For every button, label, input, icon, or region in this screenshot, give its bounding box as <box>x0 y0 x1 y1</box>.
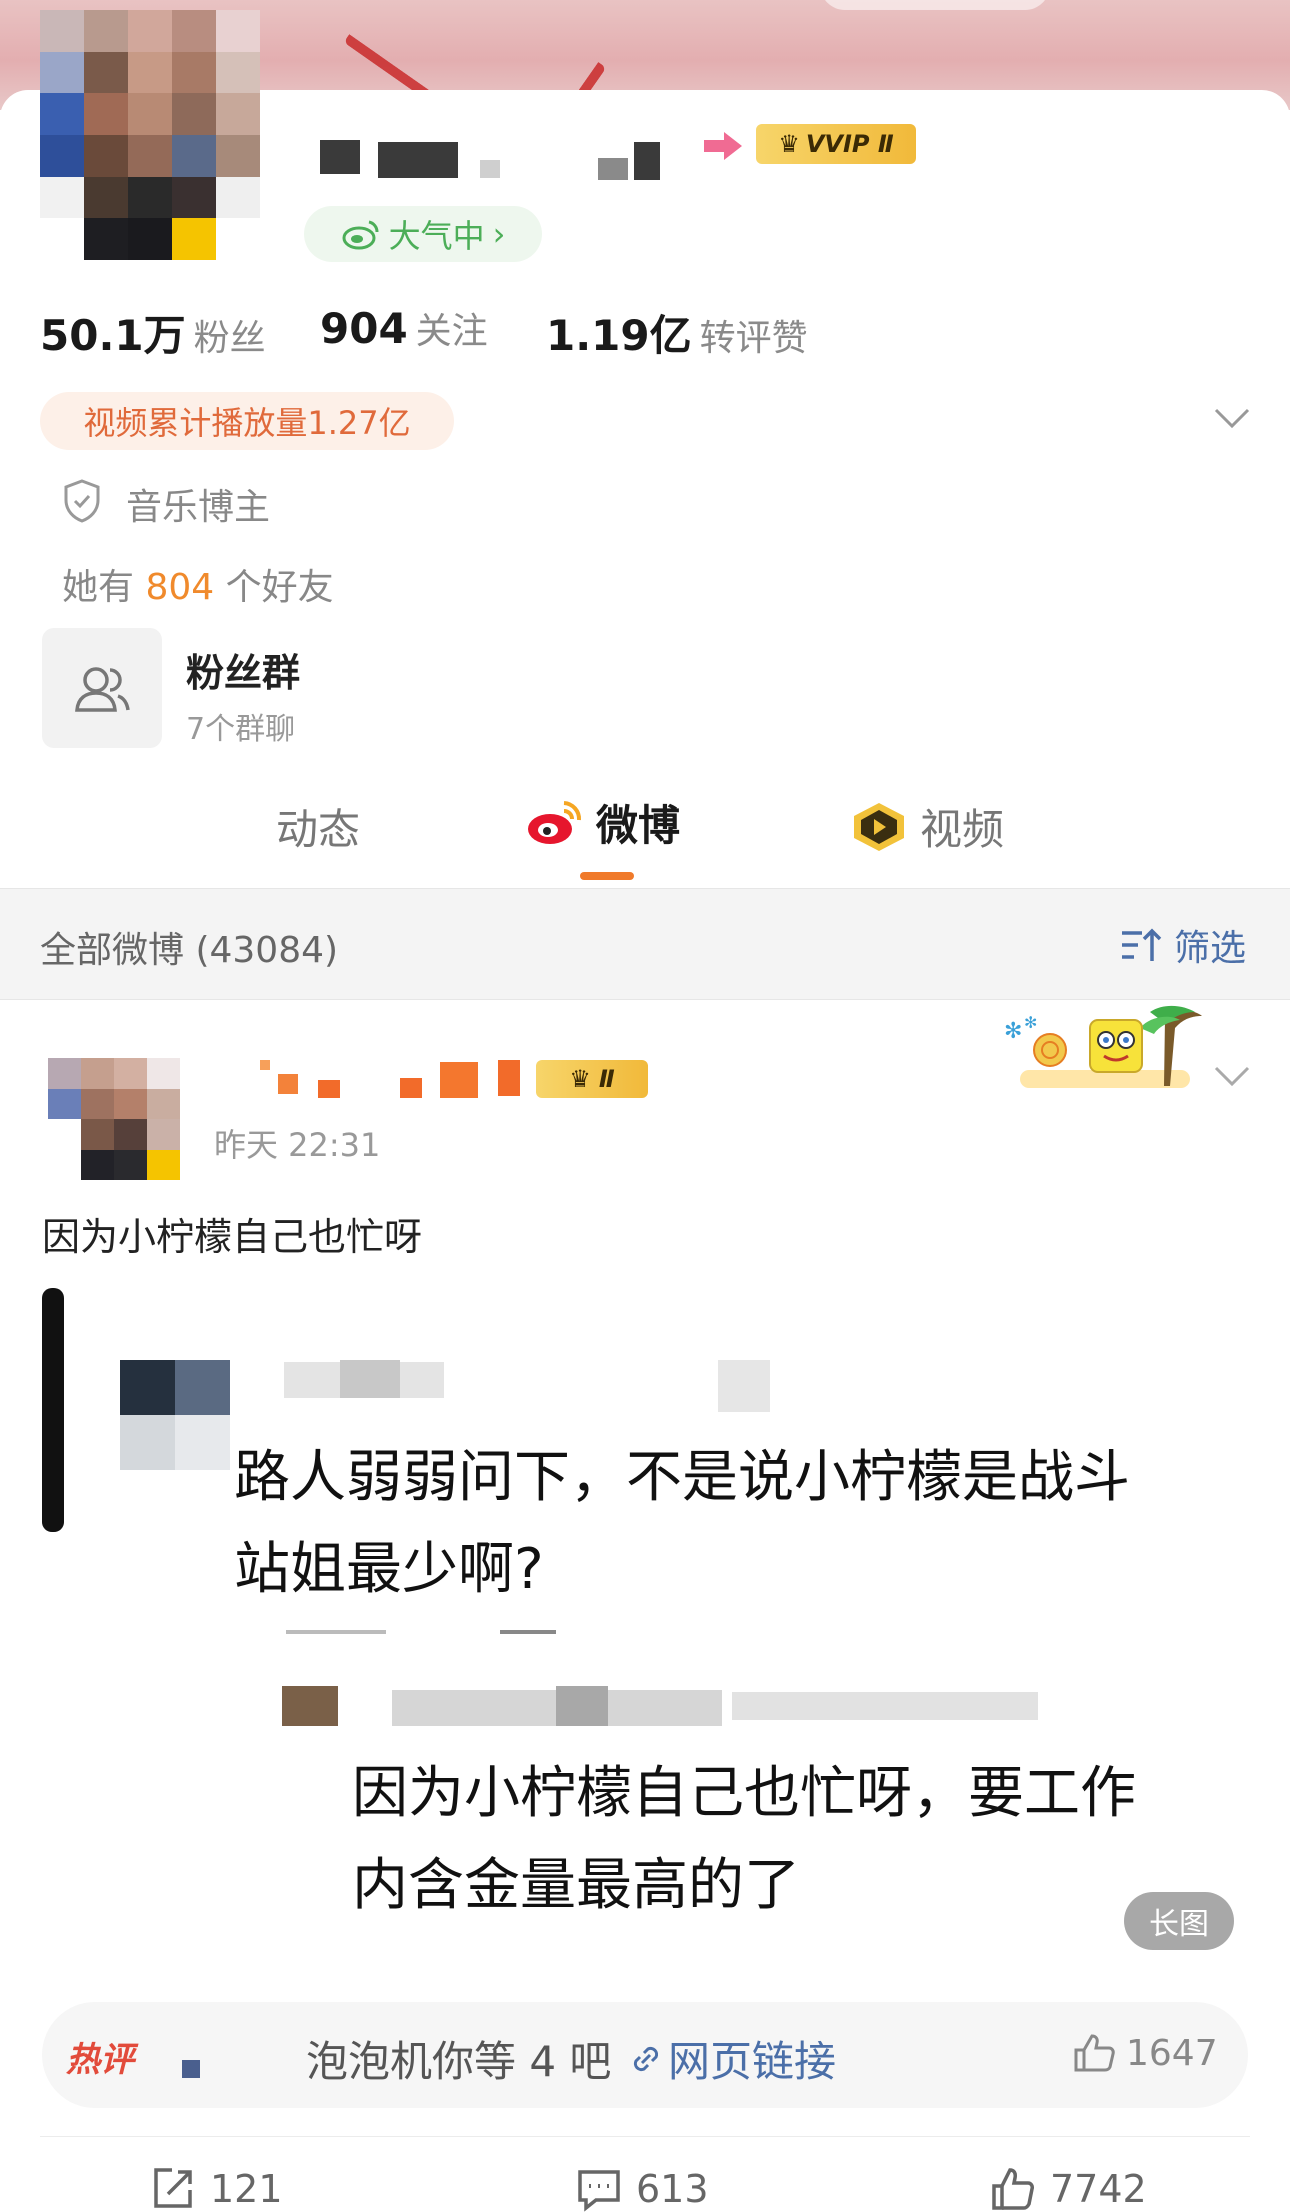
post-username-redacted[interactable] <box>260 1060 270 1070</box>
quoted-username-redacted <box>718 1360 770 1412</box>
weibo-logo-icon <box>528 800 582 844</box>
like-button[interactable]: 7742 <box>990 2166 1147 2212</box>
friends-line[interactable]: 她有 804 个好友 <box>62 558 334 610</box>
tab-video[interactable]: 视频 <box>850 796 1004 857</box>
filter-bar: 全部微博 (43084) 筛选 <box>0 888 1290 1000</box>
stat-interactions[interactable]: 1.19亿 转评赞 <box>546 302 808 363</box>
active-tab-indicator <box>580 872 634 880</box>
post-username-redacted <box>498 1060 520 1096</box>
username-redacted <box>480 160 500 178</box>
stat-followers[interactable]: 50.1万 粉丝 <box>40 302 266 363</box>
thumb-up-icon <box>992 2168 1034 2210</box>
post-text: 因为小柠檬自己也忙呀 <box>42 1215 423 1259</box>
shield-icon <box>64 479 100 523</box>
role-label: 音乐博主 <box>126 487 271 528</box>
web-link[interactable]: 网页链接 <box>628 2028 836 2089</box>
crown-icon: ♛ <box>778 130 800 158</box>
hot-comment-label: 热评 <box>66 2040 134 2080</box>
post-username-redacted <box>400 1078 422 1098</box>
hot-comment-text: 泡泡机你等 4 吧 <box>306 2037 612 2086</box>
filter-button[interactable]: 筛选 <box>1120 919 1246 971</box>
post-username-redacted <box>318 1080 340 1098</box>
quoted-question-line2: 站姐最少啊? <box>234 1537 544 1602</box>
commenter-avatar <box>182 2060 200 2078</box>
repost-button[interactable]: 121 <box>150 2166 283 2212</box>
tab-weibo[interactable]: 微博 <box>526 792 680 853</box>
level-badge[interactable]: ♛ Ⅱ <box>536 1060 648 1098</box>
chevron-down-icon[interactable] <box>1212 404 1252 432</box>
quoted-question-line1: 路人弱弱问下，不是说小柠檬是战斗 <box>234 1445 1130 1510</box>
reply-line2: 内含金量最高的了 <box>352 1853 800 1918</box>
reply-meta-redacted <box>732 1692 1038 1720</box>
username-redacted <box>378 142 458 178</box>
username-redacted <box>598 158 628 180</box>
video-plays-badge: 视频累计播放量1.27亿 <box>40 392 454 450</box>
all-posts-count: 全部微博 (43084) <box>40 930 339 971</box>
thumb-up-icon <box>1074 2034 1115 2072</box>
divider <box>40 2136 1250 2137</box>
tab-activity[interactable]: 动态 <box>276 796 360 857</box>
separator-fragment <box>500 1630 556 1634</box>
username-redacted <box>634 142 660 180</box>
sticker-decoration: ✻ ✻ <box>1004 1005 1202 1088</box>
avatar[interactable] <box>40 10 260 260</box>
crown-icon: ♛ <box>569 1065 591 1093</box>
fan-group-title[interactable]: 粉丝群 <box>186 642 300 697</box>
svg-text:✻: ✻ <box>1024 1013 1037 1032</box>
quoted-username-redacted <box>340 1360 400 1398</box>
chevron-right-icon: › <box>492 215 506 253</box>
reply-username-redacted <box>556 1686 608 1726</box>
status-tag[interactable]: 大气中 › <box>304 206 542 262</box>
vip-badge[interactable]: ♛ VVIP Ⅱ <box>756 124 916 164</box>
stat-following[interactable]: 904 关注 <box>320 302 488 354</box>
quoted-avatar <box>120 1360 230 1470</box>
filter-icon <box>1121 928 1162 961</box>
hot-comment-like[interactable]: 1647 <box>1072 2032 1218 2074</box>
fan-group-icon-box[interactable] <box>42 628 162 748</box>
image-edge-bar <box>42 1288 64 1532</box>
video-play-icon <box>854 802 904 851</box>
comment-icon <box>578 2170 620 2212</box>
link-icon <box>633 2046 659 2071</box>
separator-fragment <box>286 1630 386 1634</box>
post-time: 昨天 22:31 <box>214 1126 381 1164</box>
chevron-down-icon[interactable] <box>1212 1062 1252 1090</box>
username-redacted <box>320 140 360 174</box>
arrow-icon <box>704 132 742 160</box>
repost-icon <box>154 2168 192 2208</box>
post-username-redacted <box>278 1074 298 1094</box>
svg-text:✻: ✻ <box>1004 1019 1022 1044</box>
comment-button[interactable]: 613 <box>576 2166 709 2212</box>
reply-avatar-redacted <box>282 1686 338 1726</box>
weibo-logo-icon <box>342 220 379 250</box>
post-username-redacted <box>440 1062 478 1098</box>
group-icon <box>75 667 130 712</box>
long-image-badge: 长图 <box>1124 1892 1234 1950</box>
fan-group-subtitle: 7个群聊 <box>186 712 296 747</box>
post-avatar[interactable] <box>48 1058 180 1180</box>
reply-line1: 因为小柠檬自己也忙呀，要工作 <box>352 1761 1136 1826</box>
